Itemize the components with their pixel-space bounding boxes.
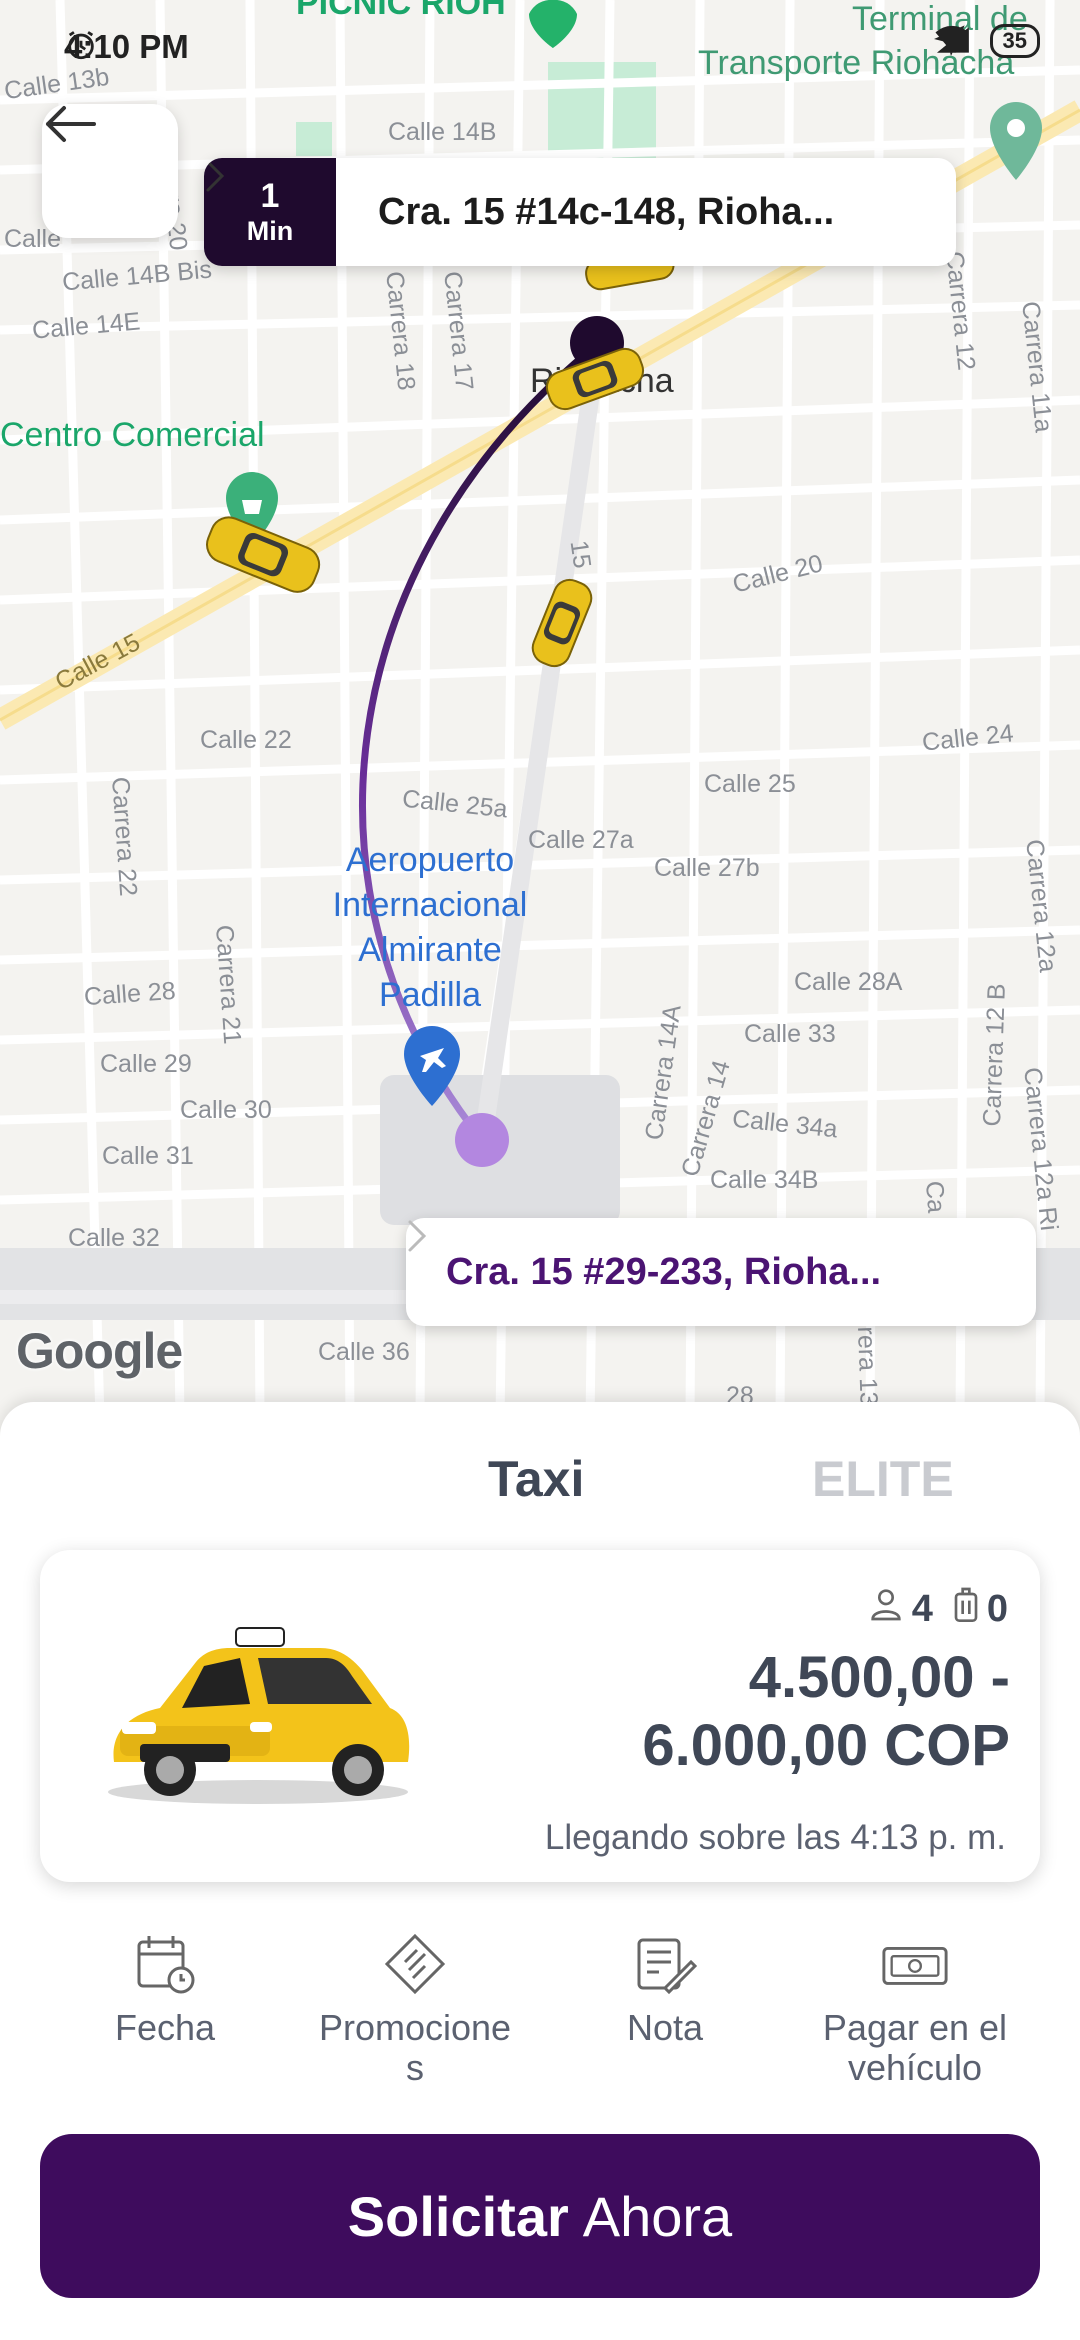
street-label: Calle 27b [654,854,760,882]
tab-elite[interactable]: ELITE [812,1450,954,1508]
ride-options-sheet: Taxi ELITE 4 0 4.500,00 - 6.000,00 COP L… [0,1402,1080,2340]
street-label: Calle 33 [744,1020,836,1048]
pay-in-vehicle-option[interactable]: Pagar en el vehículo [790,1932,1040,2088]
eta-value: 1 [260,177,280,215]
street-label: Calle 25 [704,770,796,798]
passenger-count: 4 [911,1587,933,1630]
street-label: Calle 28A [794,968,903,996]
tab-taxi[interactable]: Taxi [488,1450,584,1508]
promotions-option[interactable]: Promocione s [290,1932,540,2088]
google-logo: Google [16,1323,183,1379]
street-label: Calle 30 [180,1096,272,1124]
street-label: Calle 34B [710,1166,819,1194]
pay-option-label-line2: vehículo [847,2047,983,2088]
poi-label-mall: Centro Comercial [0,416,265,454]
eta-unit: Min [246,216,294,246]
note-icon [637,1938,697,1995]
street-label: Calle 32 [68,1224,160,1252]
date-option-label: Fecha [114,2007,216,2048]
ride-option-card[interactable]: 4 0 4.500,00 - 6.000,00 COP Llegando sob… [40,1550,1040,1882]
picnic-pin-icon [529,0,577,48]
person-icon [866,1584,906,1634]
status-time: 4:10 PM [64,28,189,65]
street-label: rera 13 [852,1326,883,1407]
street-label: Carrera 12 B [978,982,1011,1127]
street-label: 15 [564,538,597,571]
poi-label-picnic: PICNIC RIOH [296,0,506,22]
request-now-button[interactable]: Solicitar Ahora [40,2134,1040,2298]
street-label: Calle 22 [200,726,292,754]
street-label: Calle 31 [102,1142,194,1170]
luggage-icon [951,1584,981,1634]
note-option[interactable]: Nota [540,1932,790,2048]
luggage-count: 0 [986,1587,1008,1630]
date-option[interactable]: Fecha [40,1932,290,2048]
promotions-option-label-line2: s [406,2047,424,2088]
pay-option-label-line1: Pagar en el [822,2007,1008,2048]
note-option-label: Nota [626,2007,704,2048]
street-label: Ca [920,1180,951,1214]
capacity-info: 4 0 [866,1584,1008,1634]
pickup-address: Cra. 15 #14c-148, Rioha... [378,190,835,233]
dropoff-address-pill[interactable]: Cra. 15 #29-233, Rioha... [406,1218,1036,1326]
ticket-icon [384,1933,446,1995]
back-button[interactable] [42,104,178,238]
street-label: Calle 36 [318,1338,410,1366]
promotions-option-label-line1: Promocione [318,2007,512,2048]
request-button-regular: Ahora [582,2184,733,2248]
arrival-time: Llegando sobre las 4:13 p. m. [544,1818,1006,1857]
request-button-bold: Solicitar [347,2184,569,2248]
street-label: Calle 14B [388,118,497,146]
status-icons: 35 [933,24,1040,58]
map-view[interactable]: Calle 13b Calle 14B Calle 14B Bis Calle … [0,0,1080,1420]
battery-icon: 35 [989,24,1040,58]
poi-label-airport: Aeropuerto Internacional Almirante Padil… [332,841,528,1014]
street-label: Calle 29 [100,1050,192,1078]
pickup-address-pill[interactable]: 1 Min Cra. 15 #14c-148, Rioha... [204,158,956,266]
price-range: 4.500,00 - 6.000,00 COP [642,1645,1010,1778]
cash-icon [882,1946,948,1985]
calendar-icon [137,1936,195,1994]
taxi-vehicle-image [108,1627,410,1804]
dropoff-address: Cra. 15 #29-233, Rioha... [446,1250,882,1293]
